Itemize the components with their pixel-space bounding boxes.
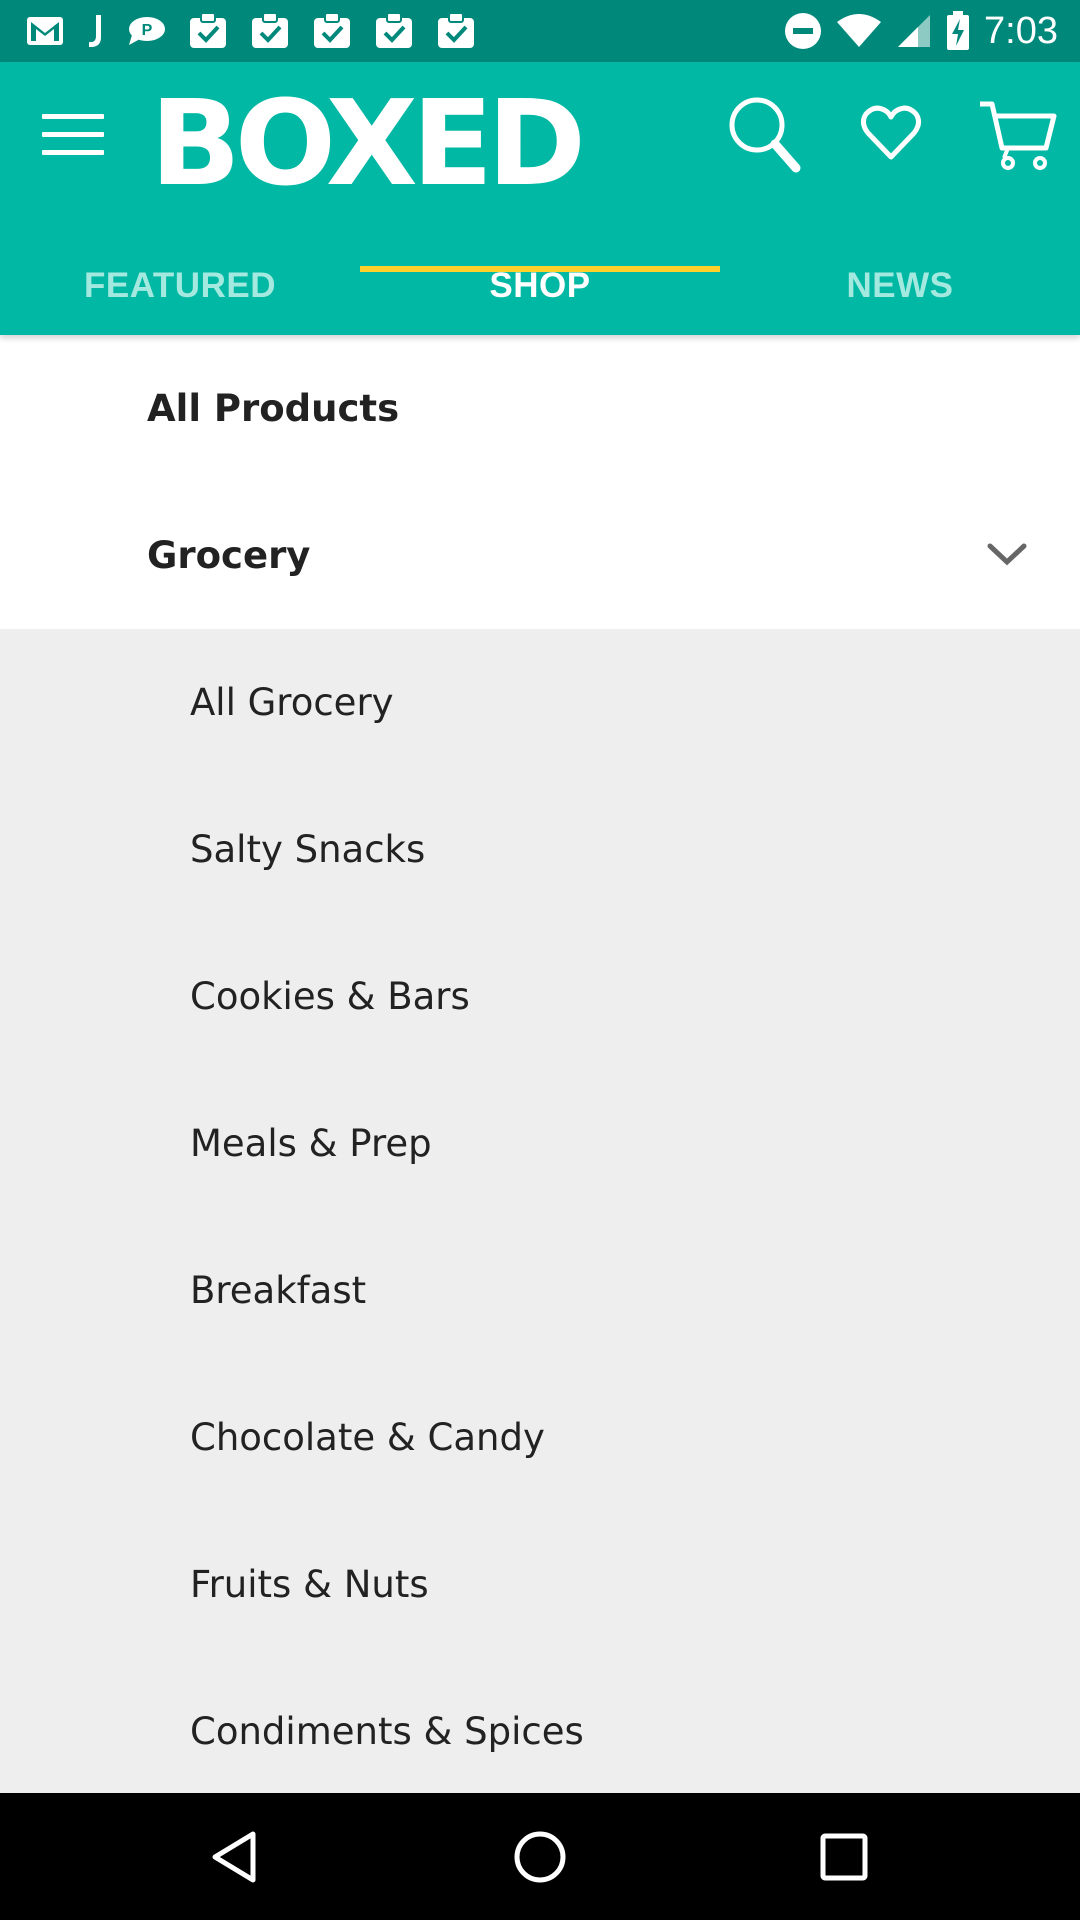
j-app-icon	[86, 13, 104, 49]
system-nav-bar	[0, 1793, 1080, 1920]
gmail-icon	[26, 16, 64, 46]
category-list: All Products Grocery All Grocery Salty S…	[0, 335, 1080, 1793]
subcategory-meals-prep[interactable]: Meals & Prep	[0, 1070, 1080, 1217]
subcategory-breakfast[interactable]: Breakfast	[0, 1217, 1080, 1364]
status-bar: P 7:03	[0, 0, 1080, 62]
heart-icon	[860, 105, 922, 160]
status-time: 7:03	[984, 9, 1058, 52]
recent-apps-icon	[820, 1833, 868, 1881]
clipboard-check-icon	[436, 12, 476, 50]
chevron-down-icon	[987, 543, 1027, 566]
subcategory-label: Chocolate & Candy	[190, 1416, 545, 1459]
notification-icons: P	[26, 10, 476, 52]
subcategory-chocolate-candy[interactable]: Chocolate & Candy	[0, 1364, 1080, 1511]
subcategory-label: Condiments & Spices	[190, 1710, 584, 1753]
subcategory-label: Fruits & Nuts	[190, 1563, 429, 1606]
search-icon	[729, 97, 801, 173]
home-button[interactable]	[509, 1826, 571, 1888]
category-label: Grocery	[147, 534, 311, 577]
subcategory-label: Cookies & Bars	[190, 975, 470, 1018]
active-tab-indicator	[360, 266, 720, 272]
cart-button[interactable]	[978, 98, 1058, 172]
category-label: All Products	[147, 387, 400, 430]
menu-button[interactable]	[42, 114, 104, 164]
menu-icon-line	[42, 150, 104, 155]
back-button[interactable]	[205, 1826, 267, 1888]
category-grocery[interactable]: Grocery	[0, 482, 1080, 629]
do-not-disturb-icon	[784, 12, 822, 50]
subcategory-label: Salty Snacks	[190, 828, 426, 871]
category-all-products[interactable]: All Products	[0, 335, 1080, 482]
back-icon	[212, 1831, 256, 1883]
logo-text: BOXED	[150, 88, 580, 194]
menu-icon-line	[42, 114, 104, 119]
tab-bar: FEATURED SHOP NEWS	[0, 236, 1080, 335]
grocery-subcategory-list: All Grocery Salty Snacks Cookies & Bars …	[0, 629, 1080, 1793]
clipboard-check-icon	[188, 12, 228, 50]
home-icon	[514, 1831, 566, 1883]
clipboard-check-icon	[250, 12, 290, 50]
tab-news[interactable]: NEWS	[720, 236, 1080, 335]
search-button[interactable]	[726, 94, 802, 174]
tab-featured[interactable]: FEATURED	[0, 236, 360, 335]
recent-apps-button[interactable]	[813, 1826, 875, 1888]
svg-text:P: P	[142, 22, 153, 39]
subcategory-fruits-nuts[interactable]: Fruits & Nuts	[0, 1511, 1080, 1658]
cell-signal-icon	[896, 13, 932, 49]
subcategory-condiments-spices[interactable]: Condiments & Spices	[0, 1658, 1080, 1805]
subcategory-salty-snacks[interactable]: Salty Snacks	[0, 776, 1080, 923]
wifi-icon	[836, 14, 882, 48]
clipboard-check-icon	[312, 12, 352, 50]
subcategory-label: Breakfast	[190, 1269, 367, 1312]
subcategory-label: All Grocery	[190, 681, 394, 724]
subcategory-all-grocery[interactable]: All Grocery	[0, 629, 1080, 776]
chat-bubble-icon: P	[126, 15, 166, 47]
app-bar: BOXED FEATURED SHOP NEWS	[0, 62, 1080, 335]
boxed-logo: BOXED	[150, 88, 585, 194]
tab-shop[interactable]: SHOP	[360, 236, 720, 335]
system-icons: 7:03	[784, 10, 1058, 52]
subcategory-label: Meals & Prep	[190, 1122, 432, 1165]
subcategory-cookies-bars[interactable]: Cookies & Bars	[0, 923, 1080, 1070]
wishlist-button[interactable]	[860, 102, 922, 164]
cart-icon	[980, 101, 1057, 170]
battery-charging-icon	[946, 11, 970, 51]
menu-icon-line	[42, 132, 104, 137]
clipboard-check-icon	[374, 12, 414, 50]
